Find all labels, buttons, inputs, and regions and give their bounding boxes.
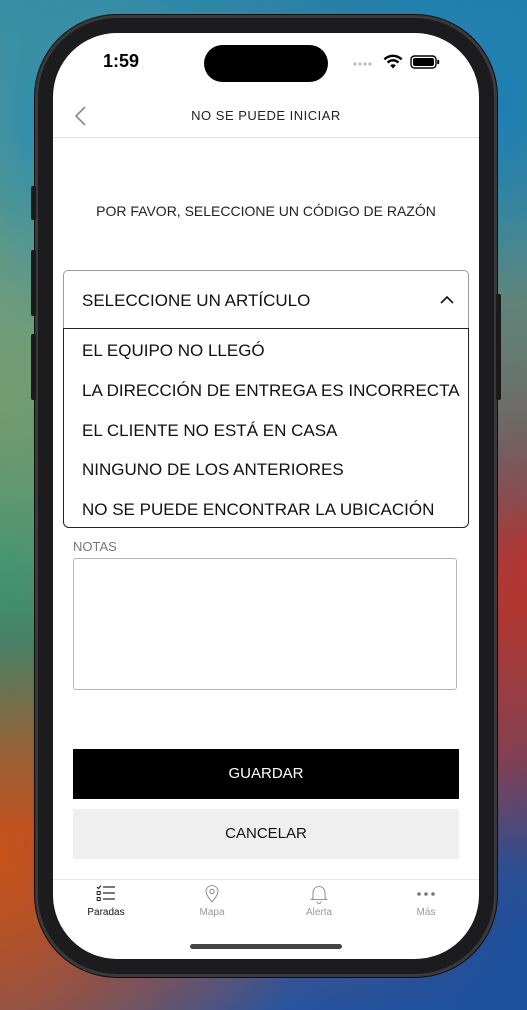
notes-label: NOTAS xyxy=(73,539,117,554)
app-screen: 1:59 NO SE PUEDE INICIAR POR FAVOR, SELE… xyxy=(53,33,479,959)
reason-option[interactable]: EL EQUIPO NO LLEGÓ xyxy=(82,341,265,361)
tab-mapa[interactable]: Mapa xyxy=(172,880,252,936)
silent-switch xyxy=(31,186,36,220)
bell-icon xyxy=(310,885,328,904)
tab-mas[interactable]: Más xyxy=(386,880,466,936)
reason-prompt: POR FAVOR, SELECCIONE UN CÓDIGO DE RAZÓN xyxy=(96,203,436,219)
tab-label: Más xyxy=(416,907,436,918)
tab-alerta[interactable]: Alerta xyxy=(279,880,359,936)
tab-paradas[interactable]: Paradas xyxy=(66,880,146,936)
reason-dropdown-list: EL EQUIPO NO LLEGÓ LA DIRECCIÓN DE ENTRE… xyxy=(63,328,469,528)
volume-down-button xyxy=(31,334,36,400)
save-button[interactable]: GUARDAR xyxy=(73,749,459,799)
battery-icon xyxy=(410,55,440,69)
tab-label: Alerta xyxy=(305,907,333,918)
checklist-icon xyxy=(96,885,115,901)
chevron-up-icon xyxy=(440,295,454,304)
reason-option[interactable]: NINGUNO DE LOS ANTERIORES xyxy=(82,460,344,480)
tab-label: Mapa xyxy=(199,907,225,918)
nav-header: NO SE PUEDE INICIAR xyxy=(53,95,479,138)
reason-option[interactable]: LA DIRECCIÓN DE ENTREGA ES INCORRECTA xyxy=(82,381,460,401)
more-dots-icon xyxy=(417,892,435,896)
reason-select-placeholder: SELECCIONE UN ARTÍCULO xyxy=(82,291,311,310)
map-pin-icon xyxy=(205,884,219,903)
notes-textarea[interactable] xyxy=(73,558,457,690)
reason-option[interactable]: EL CLIENTE NO ESTÁ EN CASA xyxy=(82,421,337,441)
reason-option[interactable]: NO SE PUEDE ENCONTRAR LA UBICACIÓN xyxy=(82,500,434,520)
status-time: 1:59 xyxy=(103,51,140,71)
page-title: NO SE PUEDE INICIAR xyxy=(191,108,341,123)
status-icons xyxy=(353,53,443,73)
wifi-icon xyxy=(383,54,403,69)
dynamic-island xyxy=(204,45,328,82)
tab-label: Paradas xyxy=(87,907,125,918)
volume-up-button xyxy=(31,250,36,316)
cancel-button[interactable]: CANCELAR xyxy=(73,809,459,859)
tab-bar: Paradas Mapa Alerta Más xyxy=(53,879,479,936)
reason-select[interactable]: SELECCIONE UN ARTÍCULO xyxy=(63,270,469,330)
home-indicator xyxy=(190,944,342,949)
signal-icon xyxy=(353,62,372,66)
power-button xyxy=(496,294,501,400)
